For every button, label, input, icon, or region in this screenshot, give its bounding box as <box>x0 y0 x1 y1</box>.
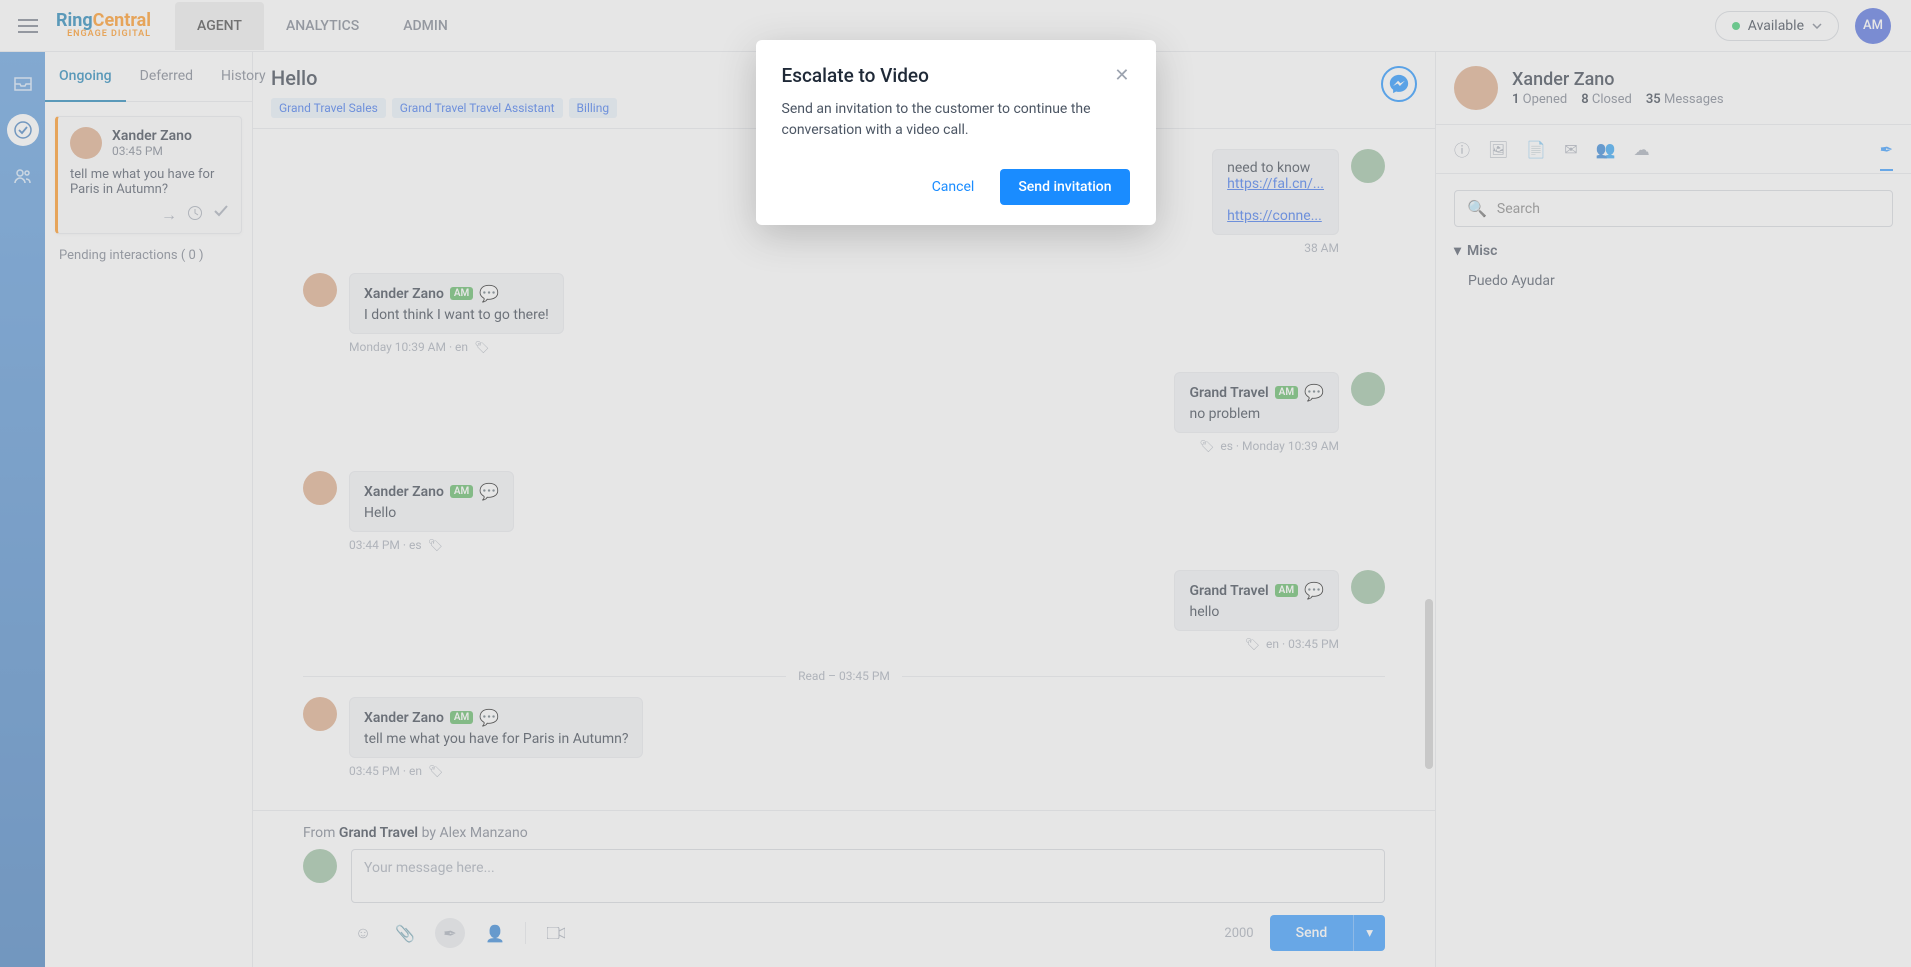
modal-title: Escalate to Video <box>782 64 929 87</box>
escalate-video-modal: Escalate to Video ✕ Send an invitation t… <box>756 40 1156 225</box>
close-icon[interactable]: ✕ <box>1114 65 1129 86</box>
cancel-button[interactable]: Cancel <box>916 169 991 205</box>
send-invitation-button[interactable]: Send invitation <box>1000 169 1129 205</box>
modal-body: Send an invitation to the customer to co… <box>782 99 1130 141</box>
modal-overlay[interactable]: Escalate to Video ✕ Send an invitation t… <box>0 0 1911 967</box>
